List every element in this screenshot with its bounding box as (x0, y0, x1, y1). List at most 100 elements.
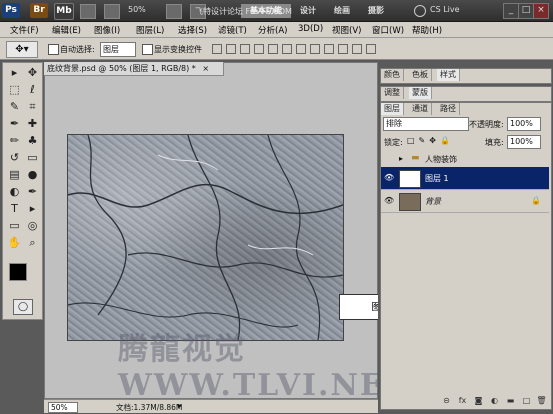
lock-label: 锁定: (384, 138, 403, 147)
restore-button[interactable]: □ (518, 3, 534, 19)
crack-texture (68, 135, 343, 340)
layer-row-selected[interactable]: 👁 图层 1 (381, 167, 549, 190)
add-mask-icon[interactable]: ◙ (473, 395, 484, 406)
cslive-icon (414, 5, 426, 17)
menu-file[interactable]: 文件(F) (10, 24, 39, 36)
path-select-icon[interactable]: ▸ (24, 201, 41, 216)
marquee-tool-icon[interactable]: ⬚ (6, 82, 23, 97)
crop-tool-icon[interactable]: ⌗ (24, 99, 41, 114)
layer-group-row[interactable]: ▸ ▬ 人物装饰 (381, 151, 549, 168)
adjustment-layer-icon[interactable]: ◐ (489, 395, 500, 406)
menu-window[interactable]: 窗口(W) (372, 24, 404, 36)
document-tab[interactable]: 底纹背景.psd @ 50% (图层 1, RGB/8) * × (44, 62, 224, 76)
status-arrow-icon[interactable]: ▸ (178, 401, 182, 410)
view-extras-icon[interactable] (80, 4, 96, 19)
pen-tool-icon[interactable]: ✒ (24, 184, 41, 199)
menu-edit[interactable]: 编辑(E) (52, 24, 81, 36)
bridge-button[interactable]: Br (30, 3, 48, 18)
menu-view[interactable]: 视图(V) (332, 24, 361, 36)
lock-icon: 🔒 (531, 196, 541, 205)
document-size-info: 文档:1.37M/8.86M (116, 403, 183, 412)
workspace-photography[interactable]: 摄影 (364, 4, 388, 18)
link-layers-icon[interactable]: ⊝ (441, 395, 452, 406)
new-layer-icon[interactable]: □ (521, 395, 532, 406)
lock-icons[interactable]: □✎✥🔒 (407, 136, 454, 145)
hand-tool-icon[interactable] (104, 4, 120, 19)
tab-styles[interactable]: 样式 (437, 69, 460, 81)
3d-rotate-icon[interactable]: ◎ (24, 218, 41, 233)
eye-icon[interactable]: 👁 (384, 196, 394, 206)
layers-panel: 图层 通道 路径 排除 不透明度: 100% 锁定: □✎✥🔒 填充: 100%… (380, 102, 552, 410)
eye-icon[interactable]: 👁 (384, 173, 394, 183)
healing-brush-icon[interactable]: ✚ (24, 116, 41, 131)
zoom-tool-icon[interactable]: ⌕ (24, 235, 41, 250)
layer-name: 人物装饰 (425, 155, 457, 164)
brush-tool-icon[interactable]: ✏ (6, 133, 23, 148)
workspace-design[interactable]: 设计 (296, 4, 320, 18)
tab-channels[interactable]: 通道 (409, 103, 432, 115)
blur-tool-icon[interactable]: ● (24, 167, 41, 182)
folder-icon: ▬ (411, 153, 420, 163)
foreground-color-swatch[interactable] (9, 263, 27, 281)
gradient-tool-icon[interactable]: ▤ (6, 167, 23, 182)
tools-panel: ▸ ✥ ⬚ ℓ ✎ ⌗ ✒ ✚ ✏ ♣ ↺ ▭ ▤ ● ◐ ✒ T ▸ ▭ ◎ … (2, 62, 43, 320)
minimize-button[interactable]: _ (503, 3, 519, 19)
close-button[interactable]: × (533, 3, 549, 19)
move-alt-icon[interactable]: ✥ (24, 65, 41, 80)
quick-select-tool-icon[interactable]: ✎ (6, 99, 23, 114)
menu-image[interactable]: 图像(I) (94, 24, 120, 36)
clone-stamp-icon[interactable]: ♣ (24, 133, 41, 148)
show-transform-checkbox[interactable] (142, 44, 153, 55)
watermark-top: 飞特设计论坛 FEVTE.COM (195, 7, 292, 16)
application-bar: Ps Br Mb 50% 基本功能 设计 绘画 摄影 飞特设计论坛 FEVTE.… (0, 0, 553, 22)
blend-mode-select[interactable]: 排除 (383, 117, 469, 131)
tab-layers[interactable]: 图层 (381, 103, 404, 115)
minibridge-button[interactable]: Mb (54, 3, 74, 20)
workspace-painting[interactable]: 绘画 (330, 4, 354, 18)
auto-select-dropdown[interactable]: 图层 (100, 42, 136, 57)
eraser-tool-icon[interactable]: ▭ (24, 150, 41, 165)
color-panel-group: 颜色 色板 样式 (380, 68, 552, 84)
hand-tool-icon[interactable]: ✋ (6, 235, 23, 250)
status-zoom-field[interactable]: 50% (48, 402, 78, 413)
dodge-tool-icon[interactable]: ◐ (6, 184, 23, 199)
layer-row-background[interactable]: 👁 背景 🔒 (381, 190, 549, 213)
group-expand-icon[interactable]: ▸ (399, 154, 403, 163)
history-brush-icon[interactable]: ↺ (6, 150, 23, 165)
menu-layer[interactable]: 图层(L) (136, 24, 164, 36)
document-tab-close[interactable]: × (202, 64, 209, 73)
image-canvas[interactable] (67, 134, 344, 341)
tab-color[interactable]: 颜色 (381, 69, 404, 81)
shape-tool-icon[interactable]: ▭ (6, 218, 23, 233)
tab-masks[interactable]: 蒙版 (409, 87, 432, 99)
tool-preset-picker[interactable]: ✥▾ (6, 41, 38, 58)
layer-style-icon[interactable]: fx (457, 395, 468, 406)
tab-paths[interactable]: 路径 (437, 103, 460, 115)
tab-adjustments[interactable]: 调整 (381, 87, 404, 99)
quick-mask-icon[interactable]: ◯ (13, 299, 33, 315)
layer-thumbnail (399, 170, 421, 188)
type-tool-icon[interactable]: T (6, 201, 23, 216)
zoom-select[interactable]: 50% (128, 5, 146, 14)
menu-select[interactable]: 选择(S) (178, 24, 207, 36)
menu-3d[interactable]: 3D(D) (298, 24, 323, 34)
fill-label: 填充: (485, 138, 504, 147)
options-bar: ✥▾ 自动选择: 图层 显示变换控件 (0, 38, 553, 60)
eyedropper-tool-icon[interactable]: ✒ (6, 116, 23, 131)
delete-layer-icon[interactable]: 🗑 (536, 395, 547, 406)
arrange-documents-icon[interactable] (166, 4, 182, 19)
new-group-icon[interactable]: ▬ (505, 395, 516, 406)
lasso-tool-icon[interactable]: ℓ (24, 82, 41, 97)
fill-field[interactable]: 100% (507, 135, 541, 149)
menu-help[interactable]: 帮助(H) (412, 24, 442, 36)
auto-select-checkbox[interactable] (48, 44, 59, 55)
align-buttons (212, 44, 542, 54)
cslive-button[interactable]: CS Live (430, 5, 460, 14)
menu-filter[interactable]: 滤镜(T) (218, 24, 247, 36)
document-tab-title: 底纹背景.psd @ 50% (图层 1, RGB/8) * (47, 64, 196, 73)
menu-bar: 文件(F) 编辑(E) 图像(I) 图层(L) 选择(S) 滤镜(T) 分析(A… (0, 22, 553, 38)
menu-analysis[interactable]: 分析(A) (258, 24, 287, 36)
tab-swatches[interactable]: 色板 (409, 69, 432, 81)
opacity-field[interactable]: 100% (507, 117, 541, 131)
move-tool-icon[interactable]: ▸ (6, 65, 23, 80)
